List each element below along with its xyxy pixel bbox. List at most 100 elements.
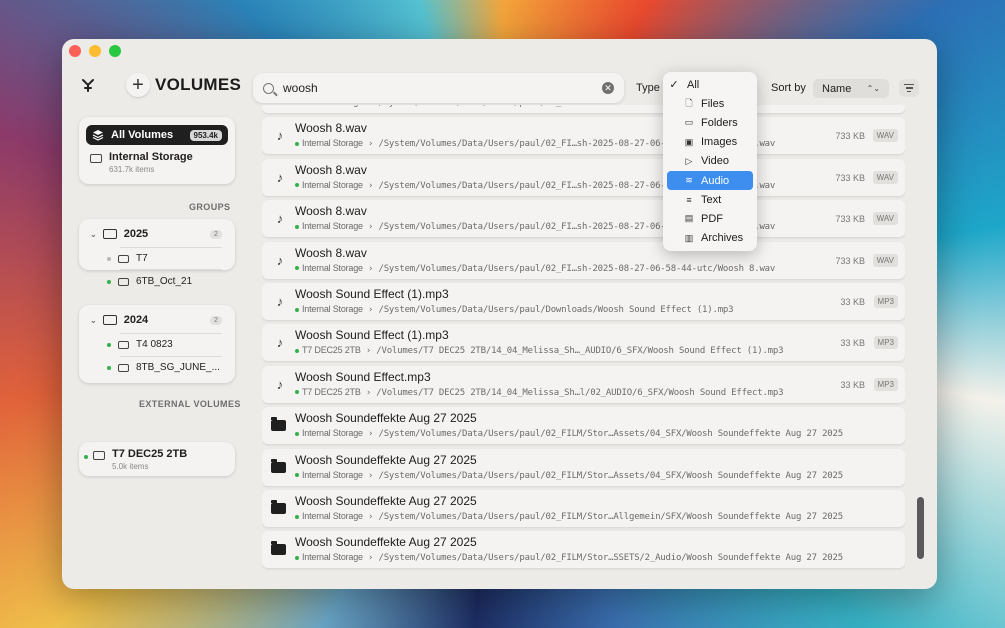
group-header-2024[interactable]: ⌄ 2024 <box>90 314 148 326</box>
app-title: VOLUMES <box>155 75 242 94</box>
online-dot <box>107 365 111 370</box>
chevron-down-icon: ⌄ <box>90 229 97 239</box>
result-size: 733 KB <box>835 255 865 266</box>
group-volume-6tb[interactable]: 6TB_Oct_21 <box>107 276 192 287</box>
folder-result-row[interactable]: Woosh Soundeffekte Aug 27 2025 Internal S… <box>262 448 905 486</box>
result-volume: Internal Storage <box>302 179 363 190</box>
volume-t7-dec25[interactable]: T7 DEC25 2TB 5.0k items <box>84 448 187 471</box>
online-dot <box>295 431 299 436</box>
volume-internal-storage[interactable]: Internal Storage 631.7k items <box>90 151 193 174</box>
result-path-text: › /System/Volumes/Data/Users/paul/02_FIL… <box>362 429 843 440</box>
online-dot <box>295 390 299 395</box>
type-option-audio[interactable]: ≋ Audio <box>667 170 753 191</box>
group-volume-t7[interactable]: T7 <box>107 253 148 264</box>
all-volumes-count: 953.4k <box>189 129 222 141</box>
type-option-label: PDF <box>701 212 723 225</box>
result-size: 733 KB <box>835 172 865 183</box>
add-volume-button[interactable]: + <box>126 73 150 97</box>
file-result-row[interactable]: ♪ Woosh Sound Effect (1).mp3 T7 DEC25 2TB … <box>262 324 905 362</box>
filter-options-button[interactable] <box>899 79 919 97</box>
result-path: Internal Storage › /System/Volumes/Data/… <box>295 428 843 439</box>
online-dot <box>295 307 299 312</box>
zoom-window-button[interactable] <box>109 45 121 57</box>
music-note-icon: ♪ <box>276 252 284 268</box>
clear-search-button[interactable]: ✕ <box>602 82 614 94</box>
result-path: Internal Storage › /System/Volumes/Data/… <box>295 304 734 315</box>
type-option-archives[interactable]: ▥ Archives <box>667 229 753 248</box>
result-path: T7 DEC25 2TB › /Volumes/T7 DEC25 2TB/14_… <box>295 345 784 356</box>
group-volume-name: 6TB_Oct_21 <box>136 276 193 287</box>
sort-value: Name <box>822 82 852 95</box>
group-volume-name: T7 <box>136 253 148 264</box>
result-size: 733 KB <box>835 131 865 142</box>
type-option-files[interactable]: 🗋 Files <box>667 94 753 113</box>
group-volume-t4[interactable]: T4 0823 <box>107 339 173 350</box>
folder-icon <box>102 315 117 325</box>
file-result-row[interactable]: ♪ Woosh Sound Effect.mp3 T7 DEC25 2TB › /V… <box>262 365 905 403</box>
result-volume: Internal Storage <box>302 511 363 521</box>
scrollbar-thumb[interactable] <box>917 497 924 559</box>
type-option-label: Audio <box>701 174 730 187</box>
result-type-badge: WAV <box>872 212 898 226</box>
result-type-badge: WAV <box>872 253 898 267</box>
search-input[interactable] <box>283 81 602 95</box>
result-name: Woosh Soundeffekte Aug 27 2025 <box>295 452 477 467</box>
type-option-images[interactable]: ▣ Images <box>667 133 753 152</box>
file-result-row[interactable]: ♪ Woosh 8.wav Internal Storage › /System/V… <box>262 241 905 279</box>
pdf-icon: ▤ <box>684 213 694 224</box>
video-icon: ▷ <box>685 155 693 166</box>
online-dot <box>84 455 88 459</box>
search-bar: ✕ <box>253 73 624 103</box>
sort-select[interactable]: Name ⌃⌄ <box>813 79 889 98</box>
result-name: Woosh 8.wav <box>295 121 367 136</box>
group-header-2025[interactable]: ⌄ 2025 <box>90 228 148 240</box>
online-dot <box>295 514 299 519</box>
type-option-video[interactable]: ▷ Video <box>667 152 753 171</box>
chevron-up-down-icon: ⌃⌄ <box>866 84 880 93</box>
result-name: Woosh Sound Effect (1).mp3 <box>295 287 449 301</box>
checkmark-icon: ✓ <box>669 79 679 92</box>
type-option-pdf[interactable]: ▤ PDF <box>667 209 753 228</box>
group-volume-name: 8TB_SG_JUNE_... <box>136 362 220 373</box>
result-name: Woosh Soundeffekte Aug 27 2025 <box>295 535 477 550</box>
result-volume: Internal Storage <box>302 262 363 273</box>
file-result-row[interactable]: ♪ Woosh Sound Effect (1).mp3 Internal Stor… <box>262 283 905 320</box>
folder-result-row[interactable]: Woosh Soundeffekte Aug 27 2025 Internal S… <box>262 407 905 445</box>
music-note-icon: ♪ <box>276 376 284 392</box>
type-option-text[interactable]: ≡ Text <box>667 190 753 209</box>
text-icon: ≡ <box>686 194 692 205</box>
close-window-button[interactable] <box>69 45 81 57</box>
stack-icon <box>92 130 104 141</box>
result-type-badge: WAV <box>872 129 898 143</box>
file-result-row[interactable]: ♪ Woosh 8.wav Internal Storage › /System/V… <box>262 158 905 196</box>
results-list[interactable]: Internal Storage › /System/Volumes/Data/… <box>262 105 905 589</box>
folder-icon: ▭ <box>684 117 694 128</box>
folder-result-row[interactable]: Woosh Soundeffekte Aug 27 2025 Internal S… <box>262 490 905 527</box>
group-count-badge: 2 <box>210 316 222 325</box>
file-result-row[interactable]: ♪ Woosh 8.wav Internal Storage › /System/V… <box>262 200 905 238</box>
type-filter-label[interactable]: Type <box>636 82 660 94</box>
filter-line <box>907 90 911 92</box>
result-path-text: › /System/Volumes/Data/Users/paul/02_FI…… <box>363 105 707 108</box>
all-volumes-item[interactable]: All Volumes 953.4k <box>86 125 228 145</box>
search-icon <box>263 82 274 94</box>
result-path-text: › /System/Volumes/Data/Users/paul/02_FIL… <box>362 512 843 522</box>
type-option-folders[interactable]: ▭ Folders <box>667 113 753 132</box>
online-dot <box>295 348 299 353</box>
file-result-row[interactable]: ♪ Woosh 8.wav Internal Storage › /System/V… <box>262 117 905 155</box>
result-name: Woosh Soundeffekte Aug 27 2025 <box>295 494 477 508</box>
result-name: Woosh Soundeffekte Aug 27 2025 <box>295 411 477 426</box>
type-option-all[interactable]: ✓ All <box>667 75 753 94</box>
filter-line <box>905 87 913 89</box>
folder-result-row[interactable]: Woosh Soundeffekte Aug 27 2025 Internal S… <box>262 531 905 569</box>
type-option-label: Images <box>701 136 738 149</box>
result-path: Internal Storage › /System/Volumes/Data/… <box>295 470 843 481</box>
file-result-row[interactable]: Internal Storage › /System/Volumes/Data/… <box>262 105 905 113</box>
result-size: 33 KB <box>840 297 865 307</box>
result-name: Woosh 8.wav <box>295 204 367 219</box>
minimize-window-button[interactable] <box>89 45 101 57</box>
folder-icon <box>271 458 286 473</box>
volume-item-count: 631.7k items <box>109 165 155 174</box>
group-volume-8tb[interactable]: 8TB_SG_JUNE_... <box>107 362 220 373</box>
result-volume: Internal Storage <box>302 428 363 439</box>
